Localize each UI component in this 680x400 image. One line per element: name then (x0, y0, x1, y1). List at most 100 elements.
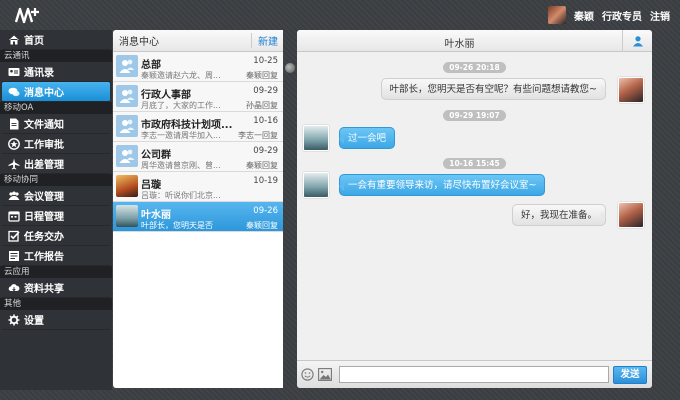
conversation-date: 09-26 (253, 206, 278, 216)
message-list-title: 消息中心 (119, 37, 159, 48)
task-icon (8, 230, 20, 242)
sidebar-item-label: 消息中心 (24, 88, 64, 99)
conversation-preview: 叶部长，您明天是否 (141, 221, 213, 230)
contact-avatar[interactable] (303, 172, 329, 198)
conversation-sender: 秦颖回复 (246, 161, 278, 170)
sidebar-item-label: 设置 (24, 316, 44, 327)
user-name[interactable]: 秦颖 (574, 8, 594, 23)
sidebar-group-label: 云应用 (0, 266, 112, 278)
message-timestamp: 09-26 20:18 (297, 62, 652, 73)
sidebar-item-settings[interactable]: 设置 (2, 310, 110, 330)
group-avatar-icon (116, 55, 138, 77)
conversation-preview: 周华邀请曾京刚、曾... (141, 161, 221, 170)
sidebar-item-share[interactable]: 资料共享 (2, 278, 110, 298)
sidebar-group-label: 移动OA (0, 102, 112, 114)
group-avatar-icon (116, 115, 138, 137)
sidebar-item-label: 日程管理 (24, 212, 64, 223)
conversation-item[interactable]: 行政人事部 09-29 月底了，大家的工作... 孙晶回复 (113, 82, 283, 112)
conversation-date: 09-29 (253, 86, 278, 96)
sidebar-item-approval[interactable]: 工作审批 (2, 134, 110, 154)
sidebar-item-label: 出差管理 (24, 160, 64, 171)
sidebar-item-contacts[interactable]: 通讯录 (2, 62, 110, 82)
cloud-share-icon (8, 282, 20, 294)
conversation-preview: 秦颖邀请赵六龙、周... (141, 71, 221, 80)
sidebar-item-label: 任务交办 (24, 232, 64, 243)
sidebar-item-report[interactable]: 工作报告 (2, 246, 110, 266)
gear-icon (8, 314, 20, 326)
conversation-preview: 吕璇：听说你们北京... (141, 191, 221, 200)
app-logo[interactable] (14, 6, 40, 24)
conversation-item[interactable]: 吕璇 10-19 吕璇：听说你们北京... (113, 172, 283, 202)
conversation-sender: 秦颖回复 (246, 221, 278, 230)
airplane-icon (8, 158, 20, 170)
sidebar-group-label: 其他 (0, 298, 112, 310)
sidebar-item-message-center[interactable]: 消息中心 (2, 82, 110, 102)
conversation-date: 10-16 (253, 116, 278, 126)
sidebar-item-task[interactable]: 任务交办 (2, 226, 110, 246)
document-icon (8, 118, 20, 130)
conversation-date: 09-29 (253, 146, 278, 156)
person-icon (632, 36, 643, 47)
sidebar-item-label: 资料共享 (24, 284, 64, 295)
report-icon (8, 250, 20, 262)
conversation-item[interactable]: 市政府科技计划项... 10-16 李志一邀请周华加入... 李志一回复 (113, 112, 283, 142)
home-icon (8, 34, 20, 46)
logout-link[interactable]: 注销 (650, 8, 670, 23)
calendar-icon (8, 210, 20, 222)
conversation-name: 市政府科技计划项... (141, 120, 233, 131)
conversation-preview: 李志一邀请周华加入... (141, 131, 221, 140)
image-icon[interactable] (318, 368, 332, 381)
approval-icon (8, 138, 20, 150)
contacts-icon (8, 66, 20, 78)
chat-panel: 叶水丽 09-26 20:18 叶部长，您明天是否有空呢？有些问题想请教您~ 0… (297, 30, 652, 388)
message-bubble-incoming: 过一会吧 (339, 127, 396, 149)
conversation-date: 10-25 (253, 56, 278, 66)
chat-icon (8, 86, 20, 98)
sidebar-item-label: 文件通知 (24, 120, 64, 131)
conversation-name: 行政人事部 (141, 90, 191, 101)
conversation-item-active[interactable]: 叶水丽 09-26 叶部长，您明天是否 秦颖回复 (113, 202, 283, 232)
conversation-name: 吕璇 (141, 180, 161, 191)
user-avatar[interactable] (548, 6, 566, 24)
sidebar-item-home[interactable]: 首页 (2, 30, 110, 50)
contact-avatar[interactable] (303, 125, 329, 151)
sidebar-group-label: 移动协同 (0, 174, 112, 186)
group-avatar-icon (116, 145, 138, 167)
sidebar-item-label: 首页 (24, 36, 44, 47)
new-message-button[interactable]: 新建 (251, 33, 278, 48)
role-link[interactable]: 行政专员 (602, 8, 642, 23)
panel-resize-handle[interactable] (285, 63, 295, 73)
top-bar: 秦颖 行政专员 注销 (0, 0, 680, 30)
my-avatar[interactable] (618, 202, 644, 228)
message-timestamp: 09-29 19:07 (297, 110, 652, 121)
sidebar-item-schedule[interactable]: 日程管理 (2, 206, 110, 226)
conversation-name: 公司群 (141, 150, 171, 161)
sidebar-item-business-trip[interactable]: 出差管理 (2, 154, 110, 174)
emoji-icon[interactable] (301, 368, 314, 381)
conversation-name: 总部 (141, 60, 161, 71)
contact-info-button[interactable] (622, 30, 652, 52)
chat-header: 叶水丽 (297, 30, 652, 52)
conversation-item[interactable]: 公司群 09-29 周华邀请曾京刚、曾... 秦颖回复 (113, 142, 283, 172)
sidebar-item-label: 工作审批 (24, 140, 64, 151)
sidebar: 首页 云通讯 通讯录 消息中心 移动OA 文件通知 工作审批 出差管理 移动协同… (0, 30, 112, 390)
sidebar-item-label: 工作报告 (24, 252, 64, 263)
send-button[interactable]: 发送 (613, 366, 647, 384)
contact-avatar (116, 205, 138, 227)
sidebar-item-label: 会议管理 (24, 192, 64, 203)
user-area: 秦颖 行政专员 注销 (548, 6, 670, 24)
message-bubble-incoming: 一会有重要领导来访，请尽快布置好会议室~ (339, 174, 546, 196)
sidebar-item-meeting[interactable]: 会议管理 (2, 186, 110, 206)
message-input[interactable] (339, 366, 609, 383)
chat-title: 叶水丽 (444, 39, 475, 50)
my-avatar[interactable] (618, 77, 644, 103)
contact-avatar (116, 175, 138, 197)
message-bubble-outgoing: 叶部长，您明天是否有空呢？有些问题想请教您~ (380, 78, 607, 100)
sidebar-item-label: 通讯录 (24, 68, 54, 79)
sidebar-item-file-notice[interactable]: 文件通知 (2, 114, 110, 134)
chat-composer: 发送 (297, 360, 652, 388)
conversation-item[interactable]: 总部 10-25 秦颖邀请赵六龙、周... 秦颖回复 (113, 52, 283, 82)
message-list-panel: 消息中心 新建 总部 10-25 秦颖邀请赵六龙、周... 秦颖回复 行政人事部… (113, 30, 283, 388)
message-list-header: 消息中心 新建 (113, 30, 283, 52)
conversation-sender: 李志一回复 (238, 131, 278, 140)
